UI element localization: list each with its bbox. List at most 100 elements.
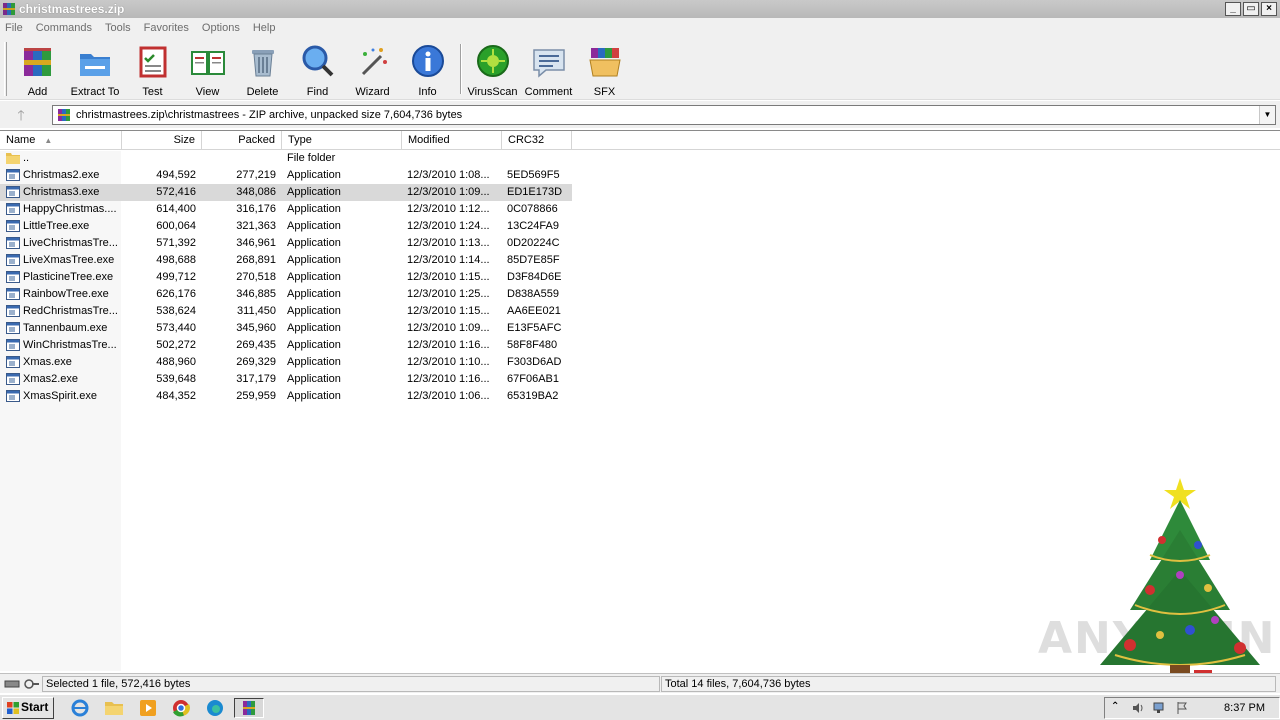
- file-name: RainbowTree.exe: [23, 288, 109, 300]
- file-row[interactable]: LittleTree.exe 600,064 321,363 Application 1…: [0, 218, 572, 235]
- menu-options[interactable]: Options: [202, 22, 240, 34]
- test-button[interactable]: Test: [125, 44, 180, 98]
- up-folder-button[interactable]: 🡑: [10, 106, 32, 124]
- window-title: christmastrees.zip: [19, 2, 125, 16]
- status-total: Total 14 files, 7,604,736 bytes: [661, 676, 1276, 692]
- file-packed-size: 346,885: [236, 288, 276, 300]
- file-row[interactable]: Christmas2.exe 494,592 277,219 Application 1…: [0, 167, 572, 184]
- application-exe-icon: [6, 186, 20, 198]
- winrar-icon: [243, 701, 255, 715]
- file-row[interactable]: WinChristmasTre... 502,272 269,435 Applicat…: [0, 337, 572, 354]
- file-row[interactable]: RedChristmasTre... 538,624 311,450 Applicat…: [0, 303, 572, 320]
- file-size: 499,712: [156, 271, 196, 283]
- find-button[interactable]: Find: [290, 44, 345, 98]
- menu-favorites[interactable]: Favorites: [144, 22, 189, 34]
- file-row[interactable]: HappyChristmas.... 614,400 316,176 Applicat…: [0, 201, 572, 218]
- column-header-name[interactable]: Name ▲: [0, 131, 122, 150]
- application-exe-icon: [6, 169, 20, 181]
- toolbar-separator: [460, 44, 462, 94]
- delete-button[interactable]: Delete: [235, 44, 290, 98]
- file-row[interactable]: LiveXmasTree.exe 498,688 268,891 Applicatio…: [0, 252, 572, 269]
- file-modified: 12/3/2010 1:13...: [407, 237, 490, 249]
- file-row[interactable]: LiveChristmasTre... 571,392 346,961 Applica…: [0, 235, 572, 252]
- info-label: Info: [418, 86, 437, 98]
- zip-archive-icon: [58, 109, 70, 121]
- file-modified: 12/3/2010 1:09...: [407, 322, 490, 334]
- media-player-icon[interactable]: [136, 698, 160, 718]
- action-center-flag-icon[interactable]: [1175, 701, 1189, 715]
- file-modified: 12/3/2010 1:12...: [407, 203, 490, 215]
- column-header-crc32[interactable]: CRC32: [502, 131, 572, 150]
- file-size: 484,352: [156, 390, 196, 402]
- file-row[interactable]: Xmas.exe 488,960 269,329 Application 12/3/20…: [0, 354, 572, 371]
- sfx-button[interactable]: SFX: [577, 44, 632, 98]
- menu-file[interactable]: File: [5, 22, 23, 34]
- file-crc32: 67F06AB1: [507, 373, 559, 385]
- file-name: XmasSpirit.exe: [23, 390, 97, 402]
- parent-folder-row[interactable]: .. File folder: [0, 150, 572, 167]
- close-button[interactable]: ×: [1261, 2, 1277, 16]
- winrar-app-icon: [3, 3, 15, 15]
- file-type: Application: [287, 254, 341, 266]
- file-size: 539,648: [156, 373, 196, 385]
- application-exe-icon: [6, 339, 20, 351]
- edge-icon[interactable]: [203, 698, 227, 718]
- virus-scan-icon: [476, 45, 509, 77]
- file-type: Application: [287, 237, 341, 249]
- file-modified: 12/3/2010 1:10...: [407, 356, 490, 368]
- add-button[interactable]: Add: [10, 44, 65, 98]
- internet-explorer-icon[interactable]: [68, 698, 92, 718]
- sfx-label: SFX: [593, 86, 616, 98]
- info-button[interactable]: Info: [400, 44, 455, 98]
- file-type: Application: [287, 271, 341, 283]
- file-modified: 12/3/2010 1:14...: [407, 254, 490, 266]
- show-hidden-icons-icon[interactable]: ⌃: [1111, 701, 1125, 715]
- winrar-taskbar-button[interactable]: [234, 698, 264, 718]
- file-explorer-icon[interactable]: [102, 698, 126, 718]
- comment-button[interactable]: Comment: [521, 44, 576, 98]
- find-label: Find: [306, 86, 329, 98]
- clock[interactable]: 8:37 PM: [1224, 702, 1265, 714]
- file-type: Application: [287, 356, 341, 368]
- application-exe-icon: [6, 322, 20, 334]
- file-crc32: 85D7E85F: [507, 254, 560, 266]
- column-header-type[interactable]: Type: [282, 131, 402, 150]
- address-path: christmastrees.zip\christmastrees - ZIP …: [76, 109, 463, 121]
- file-crc32: ED1E173D: [507, 186, 563, 198]
- extract-to-button[interactable]: Extract To: [67, 44, 123, 98]
- menu-commands[interactable]: Commands: [36, 22, 92, 34]
- file-row[interactable]: Christmas3.exe 572,416 348,086 Application 1…: [0, 184, 572, 201]
- view-button[interactable]: View: [180, 44, 235, 98]
- menu-tools[interactable]: Tools: [105, 22, 131, 34]
- file-row[interactable]: XmasSpirit.exe 484,352 259,959 Application 1…: [0, 388, 572, 405]
- trash-delete-icon: [251, 50, 274, 77]
- column-header-size[interactable]: Size: [122, 131, 202, 150]
- file-packed-size: 346,961: [236, 237, 276, 249]
- file-modified: 12/3/2010 1:08...: [407, 169, 490, 181]
- start-button[interactable]: Start: [2, 697, 54, 719]
- virusscan-button[interactable]: VirusScan: [465, 44, 520, 98]
- toolbar-grip[interactable]: [4, 42, 7, 96]
- address-dropdown-button[interactable]: ▼: [1259, 106, 1275, 124]
- file-row[interactable]: Xmas2.exe 539,648 317,179 Application 12/3/2…: [0, 371, 572, 388]
- column-header-packed[interactable]: Packed: [202, 131, 282, 150]
- chrome-icon[interactable]: [169, 698, 193, 718]
- file-row[interactable]: Tannenbaum.exe 573,440 345,960 Application 1…: [0, 320, 572, 337]
- volume-icon[interactable]: [1131, 701, 1145, 715]
- network-icon[interactable]: [1153, 701, 1167, 715]
- file-type: Application: [287, 203, 341, 215]
- file-row[interactable]: PlasticineTree.exe 499,712 270,518 Applicat…: [0, 269, 572, 286]
- file-row[interactable]: RainbowTree.exe 626,176 346,885 Application…: [0, 286, 572, 303]
- maximize-button[interactable]: ▭: [1243, 2, 1259, 16]
- address-field[interactable]: christmastrees.zip\christmastrees - ZIP …: [52, 105, 1276, 125]
- minimize-button[interactable]: _: [1225, 2, 1241, 16]
- column-header-modified[interactable]: Modified: [402, 131, 502, 150]
- file-type: Application: [287, 288, 341, 300]
- wizard-button[interactable]: Wizard: [345, 44, 400, 98]
- file-modified: 12/3/2010 1:15...: [407, 305, 490, 317]
- folder-extract-icon: [80, 54, 110, 76]
- menu-help[interactable]: Help: [253, 22, 276, 34]
- file-size: 626,176: [156, 288, 196, 300]
- file-packed-size: 259,959: [236, 390, 276, 402]
- chevron-down-icon: ▼: [1263, 110, 1272, 119]
